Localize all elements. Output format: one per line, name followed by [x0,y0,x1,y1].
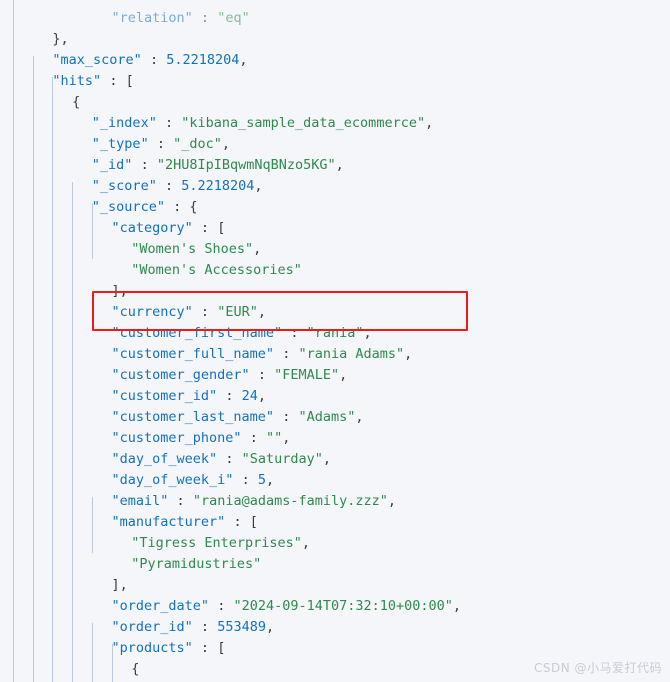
code-line: "relation" : "eq" [0,8,250,29]
code-line-text: "category" : [ [111,219,226,236]
code-line-text: "day_of_week" : "Saturday", [111,450,332,467]
code-line-text: "customer_id" : 24, [111,387,267,404]
code-line-text: "max_score" : 5.2218204, [52,51,248,68]
code-line: "_id" : "2HU8IpIBqwmNqBNzo5KG", [0,155,344,176]
code-line: "customer_full_name" : "rania Adams", [0,344,413,365]
code-line: "max_score" : 5.2218204, [0,50,248,71]
code-line-text: "_index" : "kibana_sample_data_ecommerce… [91,114,434,131]
code-line: "_type" : "_doc", [0,134,230,155]
code-line: "order_date" : "2024-09-14T07:32:10+00:0… [0,596,462,617]
code-line: "hits" : [ [0,71,134,92]
code-line: "customer_gender" : "FEMALE", [0,365,348,386]
code-line-text: "_source" : { [91,198,198,215]
code-line-text: "customer_first_name" : "rania", [111,324,372,341]
code-line: "customer_last_name" : "Adams", [0,407,364,428]
code-line-text: "relation" : "eq" [111,9,250,26]
code-line-text: "Women's Shoes", [131,240,262,257]
code-line-text: "day_of_week_i" : 5, [111,471,275,488]
code-line-text: "customer_last_name" : "Adams", [111,408,364,425]
code-line: "day_of_week_i" : 5, [0,470,275,491]
code-line: "category" : [ [0,218,226,239]
code-line-text: "_id" : "2HU8IpIBqwmNqBNzo5KG", [91,156,344,173]
code-line-text: "_score" : 5.2218204, [91,177,263,194]
code-line: "customer_id" : 24, [0,386,267,407]
code-line-text: "Women's Accessories" [131,261,302,278]
code-line: "manufacturer" : [ [0,512,258,533]
code-line: "_source" : { [0,197,198,218]
code-line: "order_id" : 553489, [0,617,275,638]
code-line-text: ], [111,576,128,593]
code-line-text: ], [111,282,128,299]
code-line-text: "currency" : "EUR", [111,303,266,320]
code-line: "Women's Shoes", [0,239,261,260]
csdn-watermark: CSDN @小马爱打代码 [533,661,662,675]
code-line-text: "customer_phone" : "", [111,429,291,446]
code-line: }, [0,29,69,50]
code-line-text: "_type" : "_doc", [91,135,231,152]
code-line-text: "email" : "rania@adams-family.zzz", [111,492,397,509]
code-line-text: "customer_full_name" : "rania Adams", [111,345,413,362]
code-line-text: "order_date" : "2024-09-14T07:32:10+00:0… [111,597,462,614]
code-line: "email" : "rania@adams-family.zzz", [0,491,397,512]
code-line: "products" : [ [0,638,226,659]
code-line-text: { [72,93,81,110]
code-line: "customer_first_name" : "rania", [0,323,372,344]
json-response-viewer: "relation" : "eq"}, "max_score" : 5.22182… [0,0,670,682]
code-line-text: "manufacturer" : [ [111,513,258,530]
code-line-text: }, [52,30,69,47]
code-line: "Women's Accessories" [0,260,302,281]
code-line-text: "customer_gender" : "FEMALE", [111,366,348,383]
code-line-text: "products" : [ [111,639,226,656]
code-line: "day_of_week" : "Saturday", [0,449,332,470]
code-line-text: "Tigress Enterprises", [131,534,311,551]
code-line: "currency" : "EUR", [0,302,266,323]
code-line: "customer_phone" : "", [0,428,291,449]
code-line: { [0,659,139,680]
code-line: ], [0,575,128,596]
code-line: { [0,92,80,113]
code-line: ], [0,281,128,302]
code-line: "Tigress Enterprises", [0,533,310,554]
code-line-text: { [131,660,140,677]
json-code-block[interactable]: "relation" : "eq"}, "max_score" : 5.22182… [0,10,670,682]
code-line: "_index" : "kibana_sample_data_ecommerce… [0,113,433,134]
code-line-text: "Pyramidustries" [131,555,262,572]
code-line: "_score" : 5.2218204, [0,176,263,197]
code-line-text: "order_id" : 553489, [111,618,275,635]
code-line: "Pyramidustries" [0,554,261,575]
code-line-text: "hits" : [ [52,72,134,89]
